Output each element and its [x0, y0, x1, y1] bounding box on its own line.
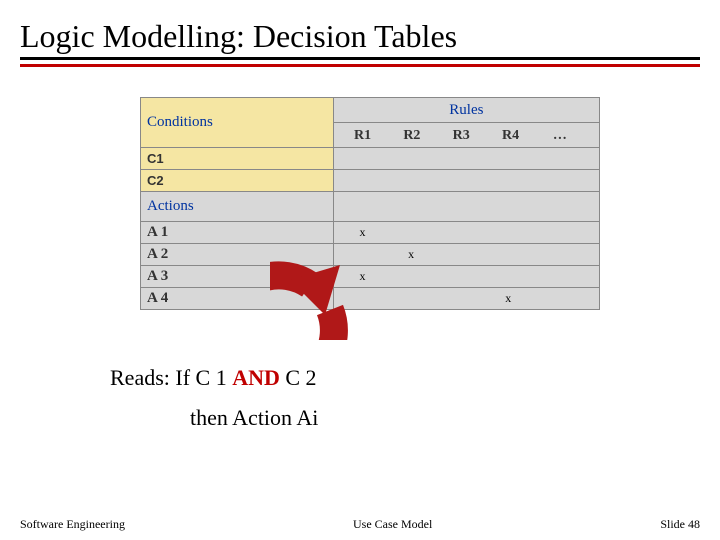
decision-table: Conditions Rules R1 R2 R3 R4 … C1 C2 [140, 97, 600, 310]
rule-col: R3 [438, 128, 484, 144]
action-mark: x [388, 247, 434, 262]
action-label: A 4 [141, 288, 334, 310]
action-mark: x [340, 269, 386, 284]
reads-line2: then Action Ai [190, 405, 700, 431]
action-row: A 1 x [141, 222, 600, 244]
action-mark: x [340, 225, 386, 240]
condition-row: C2 [141, 170, 600, 192]
rule-col: … [537, 128, 583, 144]
footer-right: Slide 48 [660, 517, 700, 532]
rule-column-labels: R1 R2 R3 R4 … [333, 123, 599, 148]
reads-prefix: Reads: If C 1 [110, 365, 232, 390]
page-title: Logic Modelling: Decision Tables [20, 18, 700, 60]
rules-header: Rules [333, 98, 599, 123]
reads-and: AND [232, 365, 280, 390]
actions-header: Actions [141, 192, 334, 222]
title-underline [20, 64, 700, 67]
footer-left: Software Engineering [20, 517, 125, 532]
action-mark: x [486, 291, 532, 306]
footer-center: Use Case Model [353, 517, 432, 532]
rule-col: R1 [340, 128, 386, 144]
action-label: A 2 [141, 244, 334, 266]
condition-label: C1 [141, 148, 334, 170]
rule-col: R2 [389, 128, 435, 144]
reads-text: Reads: If C 1 AND C 2 then Action Ai [110, 365, 700, 431]
action-row: A 3 x [141, 266, 600, 288]
rule-col: R4 [488, 128, 534, 144]
footer: Software Engineering Use Case Model Slid… [20, 517, 700, 532]
action-row: A 2 x [141, 244, 600, 266]
action-label: A 3 [141, 266, 334, 288]
reads-suffix: C 2 [280, 365, 317, 390]
slide: Logic Modelling: Decision Tables Conditi… [0, 0, 720, 540]
conditions-header: Conditions [141, 98, 334, 148]
condition-row: C1 [141, 148, 600, 170]
action-row: A 4 x [141, 288, 600, 310]
action-label: A 1 [141, 222, 334, 244]
condition-label: C2 [141, 170, 334, 192]
